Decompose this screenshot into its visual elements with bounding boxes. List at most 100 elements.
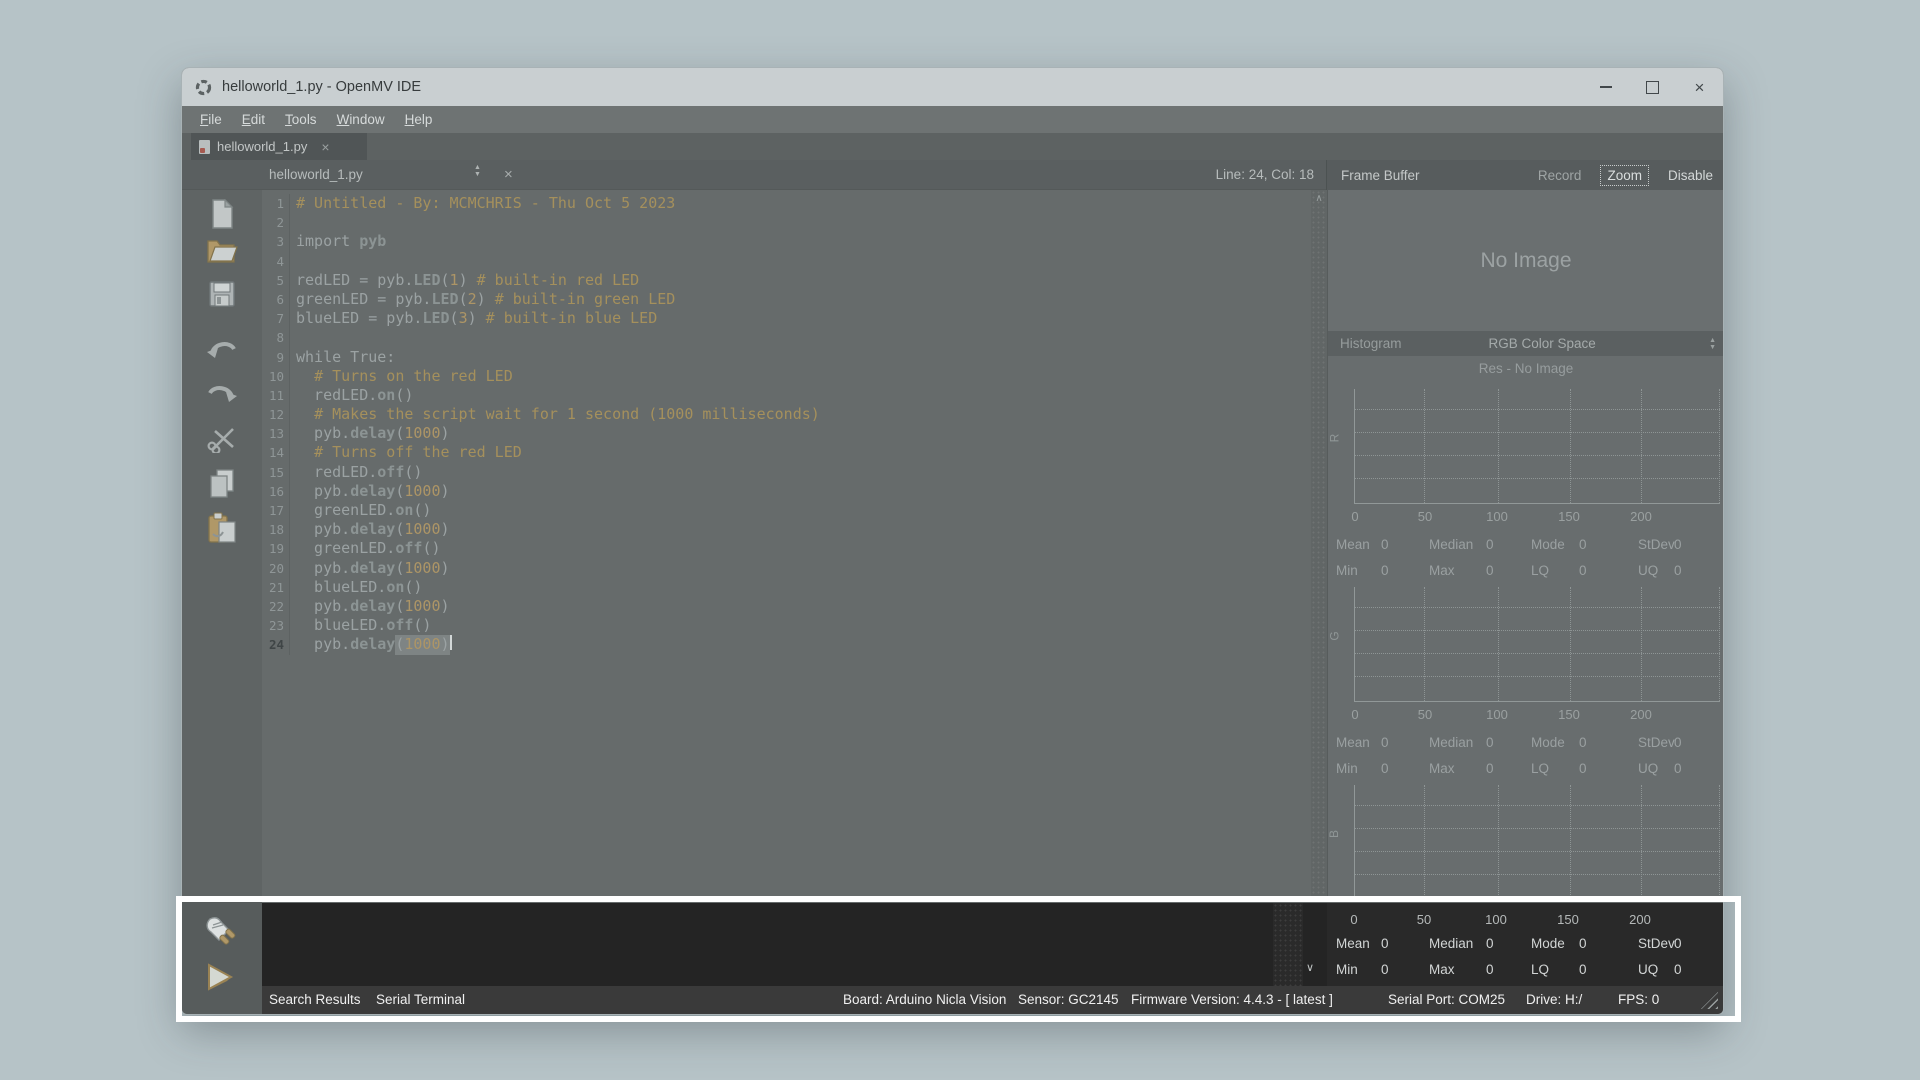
maximize-icon [1646,81,1659,94]
code-line: 10 # Turns on the red LED [262,367,1311,386]
minimize-button[interactable] [1582,68,1629,106]
resolution-label: Res - No Image [1328,356,1724,381]
titlebar: helloworld_1.py - OpenMV IDE × [182,68,1723,106]
line-number: 23 [262,616,290,635]
scroll-down-icon[interactable]: ∨ [1306,961,1314,974]
x-axis-ticks-g: 050100150200 [1328,707,1724,725]
histogram-chart-g: G 050100150200 [1328,579,1724,729]
cut-button[interactable] [204,420,240,456]
undo-button[interactable] [204,332,240,368]
copy-icon [208,468,236,500]
status-board: Board: Arduino Nicla Vision [843,992,1006,1007]
editor-vertical-scrollbar[interactable]: ∧ [1311,190,1327,897]
tab-search-results[interactable]: Search Results [269,992,361,1007]
serial-terminal-panel[interactable]: ∨ [262,903,1327,986]
line-number: 19 [262,539,290,558]
paste-button[interactable] [204,510,240,546]
code-line: 11 redLED.on() [262,386,1311,405]
disable-button[interactable]: Disable [1662,166,1719,185]
color-space-select[interactable]: RGB Color Space [1488,336,1595,351]
bottom-strip: ∨ 050100150200 Mean0Median0Mode0StDev0 M… [182,897,1723,1014]
text-cursor [450,635,452,650]
connect-button[interactable] [202,913,238,949]
close-button[interactable]: × [1676,68,1723,106]
histogram-chart-b: B [1328,777,1724,897]
code-line: 1# Untitled - By: MCMCHRIS - Thu Oct 5 2… [262,194,1311,213]
line-number: 8 [262,328,290,347]
redo-icon [206,381,238,407]
new-file-button[interactable] [204,196,240,232]
histogram-chart-r: R 050100150200 [1328,381,1724,531]
code-line: 15 redLED.off() [262,463,1311,482]
x-axis-ticks-r: 050100150200 [1328,509,1724,527]
save-file-button[interactable] [204,276,240,312]
play-icon [205,963,235,991]
window-title: helloworld_1.py - OpenMV IDE [222,79,421,95]
tab-close-icon[interactable]: × [321,139,329,155]
code-line: 20 pyb.delay(1000) [262,559,1311,578]
save-icon [208,280,236,308]
redo-button[interactable] [204,376,240,412]
openmv-ide-window: helloworld_1.py - OpenMV IDE × FileEditT… [181,67,1724,1015]
plot-area-r [1354,389,1720,504]
tabbar: helloworld_1.py × [182,133,1723,160]
line-number: 14 [262,443,290,462]
frame-buffer-header: Frame Buffer Record Zoom Disable [1327,160,1723,190]
plug-icon [202,913,238,949]
line-number: 2 [262,213,290,232]
line-number: 24 [262,635,290,654]
plot-area-b [1354,785,1720,897]
resize-grip[interactable] [1701,992,1718,1009]
tab-helloworld[interactable]: helloworld_1.py × [191,133,367,160]
tab-serial-terminal[interactable]: Serial Terminal [376,992,465,1007]
document-name[interactable]: helloworld_1.py [269,167,363,182]
menu-tools[interactable]: Tools [275,112,327,127]
code-line: 24 pyb.delay(1000) [262,635,1311,654]
line-number: 12 [262,405,290,424]
code-line: 22 pyb.delay(1000) [262,597,1311,616]
line-number: 20 [262,559,290,578]
stats-r-row2: Min0Max0LQ0UQ0 [1327,563,1723,583]
frame-buffer-view: No Image [1328,190,1724,331]
open-file-button[interactable] [204,232,240,268]
line-number: 15 [262,463,290,482]
run-script-button[interactable] [202,959,238,995]
code-line: 4 [262,252,1311,271]
line-number: 9 [262,348,290,367]
code-line: 17 greenLED.on() [262,501,1311,520]
record-button[interactable]: Record [1532,166,1588,185]
maximize-button[interactable] [1629,68,1676,106]
document-close-icon[interactable]: × [504,166,513,183]
code-line: 16 pyb.delay(1000) [262,482,1311,501]
stats-b-row1: Mean0Median0Mode0StDev0 [1327,936,1723,956]
minimize-icon [1600,86,1612,88]
line-number: 7 [262,309,290,328]
status-fps: FPS: 0 [1618,992,1659,1007]
line-number: 18 [262,520,290,539]
terminal-scrollbar[interactable] [1273,903,1303,986]
document-switcher-icon[interactable]: ▲ ▼ [474,164,481,178]
stats-r-row1: Mean0Median0Mode0StDev0 [1327,537,1723,557]
code-line: 23 blueLED.off() [262,616,1311,635]
open-folder-icon [206,235,238,265]
line-number: 6 [262,290,290,309]
menu-help[interactable]: Help [395,112,443,127]
code-line: 12 # Makes the script wait for 1 second … [262,405,1311,424]
histogram-b-stats-area: 050100150200 Mean0Median0Mode0StDev0 Min… [1327,903,1723,986]
color-space-spin-icon[interactable]: ▲ ▼ [1709,337,1716,351]
stats-g-row2: Min0Max0LQ0UQ0 [1327,761,1723,781]
scroll-up-icon[interactable]: ∧ [1311,193,1327,204]
channel-label-b: B [1327,830,1341,838]
copy-button[interactable] [204,466,240,502]
spin-up-icon: ▲ [1709,337,1716,344]
menu-edit[interactable]: Edit [232,112,275,127]
code-editor[interactable]: 1# Untitled - By: MCMCHRIS - Thu Oct 5 2… [262,190,1311,897]
zoom-button[interactable]: Zoom [1600,165,1649,186]
menu-window[interactable]: Window [327,112,395,127]
menubar: FileEditToolsWindowHelp [182,106,1723,133]
menu-file[interactable]: File [190,112,232,127]
status-firmware: Firmware Version: 4.4.3 - [ latest ] [1131,992,1333,1007]
code-line: 8 [262,328,1311,347]
paste-icon [207,512,237,544]
code-line: 19 greenLED.off() [262,539,1311,558]
